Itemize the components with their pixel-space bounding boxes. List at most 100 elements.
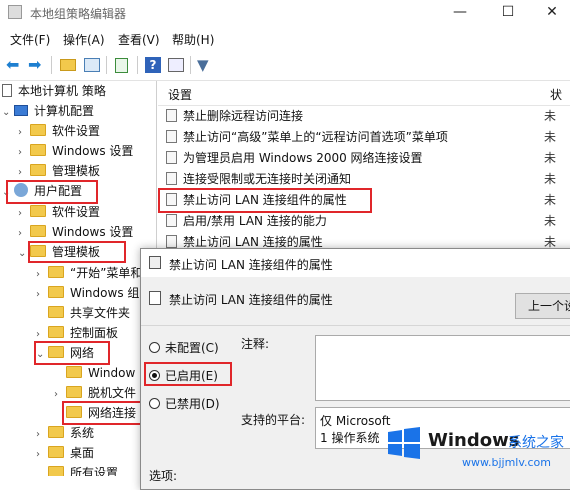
folder-icon <box>30 124 46 136</box>
tree-item[interactable]: ›共享文件夹 <box>36 303 130 323</box>
menu-help[interactable]: 帮助(H) <box>172 31 214 48</box>
app-icon <box>8 5 22 19</box>
radio-label: 未配置(C) <box>165 341 219 355</box>
tree-item[interactable]: ›所有设置 <box>36 463 118 476</box>
properties-icon[interactable] <box>166 55 186 75</box>
chevron-right-icon[interactable]: › <box>36 265 48 285</box>
policy-icon <box>166 214 177 227</box>
folder-icon <box>66 386 82 398</box>
tree-item[interactable]: › 管理模板 <box>18 161 100 181</box>
dialog-title: 禁止访问 LAN 连接组件的属性 <box>169 258 333 272</box>
tree-computer-config[interactable]: ⌄ 计算机配置 <box>2 101 94 121</box>
dialog-title-bar: 禁止访问 LAN 连接组件的属性 <box>141 249 570 277</box>
folder-icon <box>30 144 46 156</box>
toolbar-separator <box>106 56 107 74</box>
policy-name: 禁止删除远程访问连接 <box>183 109 304 123</box>
tree-item[interactable]: Window <box>66 363 135 383</box>
policy-name: 为管理员启用 Windows 2000 网络连接设置 <box>183 151 423 165</box>
menu-file[interactable]: 文件(F) <box>10 31 50 48</box>
policy-state: 未 <box>544 193 557 207</box>
policy-icon <box>149 291 161 305</box>
highlight-selected-policy <box>158 188 372 213</box>
menu-view[interactable]: 查看(V) <box>118 31 160 48</box>
chevron-right-icon[interactable]: › <box>18 143 30 163</box>
minimize-button[interactable]: — <box>438 0 482 26</box>
radio-circle[interactable] <box>149 342 160 353</box>
chevron-down-icon[interactable]: ⌄ <box>2 103 14 123</box>
tree-root-label: 本地计算机 策略 <box>18 84 106 98</box>
tree-item[interactable]: › Windows 组 <box>36 283 139 303</box>
list-item[interactable]: 连接受限制或无连接时关闭通知 未 <box>158 169 570 190</box>
tree-label: Window <box>88 366 136 380</box>
tree-label: 所有设置 <box>70 466 119 476</box>
help-icon[interactable]: ? <box>143 55 163 75</box>
folder-icon <box>48 466 64 476</box>
tree-label: Windows 设置 <box>52 225 134 239</box>
previous-setting-button[interactable]: 上一个设 <box>515 293 570 319</box>
tree-label: 管理模板 <box>52 164 101 178</box>
folder-icon <box>48 426 64 438</box>
policy-icon <box>166 172 177 185</box>
maximize-button[interactable]: ☐ <box>486 0 530 26</box>
tree-item[interactable]: › 桌面 <box>36 443 94 463</box>
radio-disabled[interactable]: 已禁用(D) <box>149 395 220 412</box>
tree-root[interactable]: 本地计算机 策略 <box>2 81 106 101</box>
chevron-right-icon[interactable]: › <box>36 445 48 465</box>
policy-name: 连接受限制或无连接时关闭通知 <box>183 172 352 186</box>
radio-not-configured[interactable]: 未配置(C) <box>149 339 219 356</box>
policy-icon <box>166 235 177 248</box>
comment-textarea[interactable] <box>315 335 570 401</box>
list-item[interactable]: 禁止访问“高级”菜单上的“远程访问首选项”菜单项 未 <box>158 127 570 148</box>
highlight-user-config <box>6 180 98 204</box>
chevron-right-icon[interactable]: › <box>36 425 48 445</box>
filter-icon[interactable]: ▼ <box>197 55 217 75</box>
list-item[interactable]: 启用/禁用 LAN 连接的能力 未 <box>158 211 570 232</box>
tree-item[interactable]: › Windows 设置 <box>18 222 133 242</box>
chevron-right-icon[interactable]: › <box>18 204 30 224</box>
tree-item[interactable]: › 软件设置 <box>18 202 100 222</box>
column-setting[interactable]: 设置 <box>168 86 192 103</box>
list-item[interactable]: 禁止删除远程访问连接 未 <box>158 106 570 127</box>
watermark-url: www.bjjmlv.com <box>462 456 551 469</box>
tree-item[interactable]: › 系统 <box>36 423 94 443</box>
policy-name: 禁止访问“高级”菜单上的“远程访问首选项”菜单项 <box>183 130 448 144</box>
tree-label: Windows 设置 <box>52 144 134 158</box>
show-hide-tree-icon[interactable] <box>82 55 102 75</box>
export-icon[interactable] <box>112 55 132 75</box>
folder-icon <box>66 366 82 378</box>
policy-icon <box>166 109 177 122</box>
tree-pane: 本地计算机 策略 ⌄ 计算机配置 › 软件设置 › Windows 设置 › 管理模板 … <box>0 81 157 476</box>
windows-logo-icon <box>388 427 420 459</box>
policy-state: 未 <box>544 151 557 165</box>
policy-icon <box>2 84 12 97</box>
policy-state: 未 <box>544 109 557 123</box>
up-folder-icon[interactable] <box>58 55 78 75</box>
list-item[interactable]: 为管理员启用 Windows 2000 网络连接设置 未 <box>158 148 570 169</box>
folder-icon <box>48 326 64 338</box>
tree-item[interactable]: › Windows 设置 <box>18 141 133 161</box>
menu-action[interactable]: 操作(A) <box>63 31 105 48</box>
close-button[interactable]: ✕ <box>530 0 570 26</box>
toolbar-separator <box>51 56 52 74</box>
tree-item[interactable]: › 软件设置 <box>18 121 100 141</box>
back-icon[interactable]: ⬅ <box>6 55 26 75</box>
chevron-right-icon[interactable]: › <box>18 123 30 143</box>
policy-icon <box>166 130 177 143</box>
chevron-right-icon[interactable]: › <box>36 285 48 305</box>
tree-item[interactable]: › 脱机文件 <box>54 383 136 403</box>
radio-circle[interactable] <box>149 398 160 409</box>
tree-item[interactable]: › “开始”菜单和 <box>36 263 142 283</box>
tree-item[interactable]: › 控制面板 <box>36 323 118 343</box>
computer-icon <box>14 105 28 116</box>
radio-label: 已禁用(D) <box>165 397 220 411</box>
tree-label: 控制面板 <box>70 326 119 340</box>
tree-label: 共享文件夹 <box>70 306 131 320</box>
column-state[interactable]: 状 <box>550 86 562 103</box>
supported-platforms-label: 支持的平台: <box>241 413 306 427</box>
forward-icon[interactable]: ➡ <box>28 55 48 75</box>
policy-state: 未 <box>544 172 557 186</box>
watermark-site: 系统之家 <box>508 435 564 451</box>
menu-bar: 文件(F) 操作(A) 查看(V) 帮助(H) <box>0 28 570 50</box>
policy-state: 未 <box>544 214 557 228</box>
folder-icon <box>30 164 46 176</box>
